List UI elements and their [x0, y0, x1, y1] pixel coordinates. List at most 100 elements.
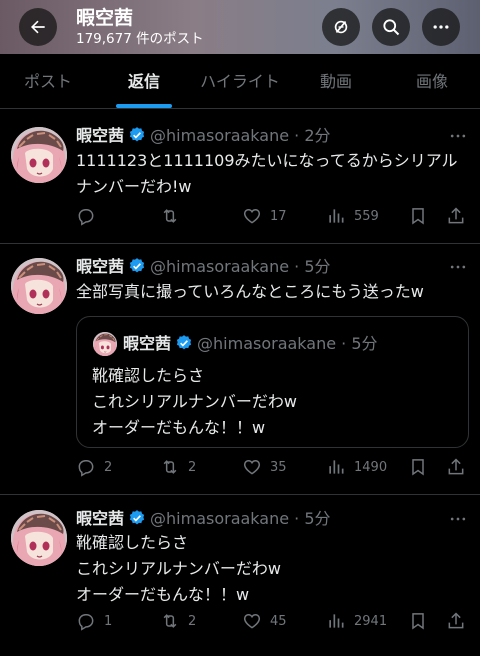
page-title: 暇空茜	[76, 7, 134, 29]
reply-count: 2	[104, 459, 113, 475]
verified-badge-icon	[129, 126, 145, 143]
tab-videos[interactable]: 動画	[288, 54, 384, 108]
share-button[interactable]	[446, 610, 466, 632]
views-button[interactable]: 2941	[326, 610, 387, 632]
repost-count: 2	[188, 613, 197, 629]
post-text-line: ナンバーだわ!w	[76, 177, 192, 196]
post-actions: 2 2 35 1490	[76, 456, 470, 480]
handle-and-time: @himasoraakane · 5分	[150, 257, 331, 276]
post-text-line: オーダーだもんな！！w	[76, 585, 250, 604]
like-count: 45	[270, 613, 287, 629]
more-horizontal-icon	[433, 25, 449, 29]
post-header: 暇空茜 @himasoraakane · 2分	[76, 126, 331, 146]
quoted-post-text: 靴確認したらさ これシリアルナンバーだわw オーダーだもんな！！w	[92, 363, 297, 441]
display-name[interactable]: 暇空茜	[76, 257, 124, 276]
like-count: 35	[270, 459, 287, 475]
heart-icon	[243, 459, 261, 475]
reply-icon	[78, 614, 94, 631]
share-button[interactable]	[446, 456, 466, 478]
tab-posts[interactable]: ポスト	[0, 54, 96, 108]
post-actions: 17 559	[76, 205, 470, 229]
repost-button[interactable]: 2	[160, 610, 196, 632]
like-button[interactable]: 45	[242, 610, 287, 632]
handle-and-time: @himasoraakane · 5分	[150, 509, 331, 528]
reply-icon	[78, 209, 94, 226]
handle-and-time: @himasoraakane · 2分	[150, 126, 331, 145]
reply-icon	[78, 460, 94, 477]
quoted-text-line: これシリアルナンバーだわw	[92, 392, 297, 411]
post-text-line: 1111123と1111109みたいになってるからシリアル	[76, 151, 458, 170]
views-count: 1490	[354, 459, 388, 475]
tab-replies[interactable]: 返信	[96, 54, 192, 108]
like-button[interactable]: 35	[242, 456, 287, 478]
search-button[interactable]	[372, 8, 410, 46]
post-2[interactable]: 暇空茜 @himasoraakane · 5分 全部写真に撮っていろんなところにも…	[0, 244, 480, 495]
views-button[interactable]: 1490	[326, 456, 387, 478]
verified-badge-icon	[176, 334, 192, 351]
post-text: 靴確認したらさ これシリアルナンバーだわw オーダーだもんな！！w	[76, 530, 470, 608]
views-chart-icon	[329, 209, 344, 223]
quoted-avatar	[93, 332, 117, 356]
avatar[interactable]	[11, 127, 67, 183]
verified-badge-icon	[129, 509, 145, 526]
heart-icon	[243, 613, 261, 629]
repost-icon	[163, 460, 177, 474]
post-text: 全部写真に撮っていろんなところにもう送ったw	[76, 282, 424, 301]
share-button[interactable]	[446, 205, 466, 227]
bookmark-icon	[412, 208, 424, 225]
bookmark-button[interactable]	[408, 456, 428, 478]
repost-button[interactable]: 2	[160, 456, 196, 478]
repost-button[interactable]	[160, 205, 188, 227]
back-button[interactable]	[19, 8, 57, 46]
like-count: 17	[270, 208, 287, 224]
heart-icon	[243, 208, 261, 224]
display-name[interactable]: 暇空茜	[76, 509, 124, 528]
views-count: 2941	[354, 613, 388, 629]
display-name[interactable]: 暇空茜	[76, 126, 124, 145]
no-translate-icon	[334, 20, 348, 34]
avatar[interactable]	[11, 510, 67, 566]
repost-icon	[163, 209, 177, 223]
post-count: 179,677 件のポスト	[76, 31, 204, 47]
reply-button[interactable]	[76, 205, 104, 227]
post-1[interactable]: 暇空茜 @himasoraakane · 2分 1111123と1111109みた…	[0, 109, 480, 244]
profile-header: 暇空茜 179,677 件のポスト	[0, 0, 480, 54]
quoted-text-line: 靴確認したらさ	[92, 366, 205, 385]
profile-tabs: ポスト 返信 ハイライト 動画 画像	[0, 54, 480, 109]
repost-icon	[163, 614, 177, 628]
quoted-handle-and-time: @himasoraakane · 5分	[197, 334, 378, 353]
reply-count: 1	[104, 613, 113, 629]
quoted-post-header: 暇空茜 @himasoraakane · 5分	[123, 334, 378, 354]
tab-highlights[interactable]: ハイライト	[192, 54, 288, 108]
bookmark-button[interactable]	[408, 205, 428, 227]
views-button[interactable]: 559	[326, 205, 379, 227]
share-icon	[448, 458, 464, 475]
post-header: 暇空茜 @himasoraakane · 5分	[76, 257, 331, 277]
more-options-icon[interactable]	[448, 126, 468, 146]
views-count: 559	[354, 208, 379, 224]
quoted-display-name: 暇空茜	[123, 334, 172, 353]
translate-button[interactable]	[322, 8, 360, 46]
share-icon	[448, 612, 464, 629]
more-options-button[interactable]	[422, 8, 460, 46]
views-chart-icon	[329, 460, 344, 474]
avatar[interactable]	[11, 258, 67, 314]
post-3[interactable]: 暇空茜 @himasoraakane · 5分 靴確認したらさ これシリアルナンバ…	[0, 495, 480, 656]
post-text-line: 靴確認したらさ	[76, 533, 189, 552]
post-text-line: これシリアルナンバーだわw	[76, 559, 281, 578]
share-icon	[448, 207, 464, 224]
quoted-post[interactable]: 暇空茜 @himasoraakane · 5分 靴確認したらさ これシリアルナンバ…	[76, 316, 469, 448]
reply-button[interactable]: 1	[76, 610, 112, 632]
bookmark-icon	[412, 459, 424, 476]
bookmark-button[interactable]	[408, 610, 428, 632]
arrow-left-icon	[31, 20, 45, 34]
search-icon	[383, 19, 400, 36]
more-options-icon[interactable]	[448, 509, 468, 529]
like-button[interactable]: 17	[242, 205, 287, 227]
verified-badge-icon	[129, 257, 145, 274]
reply-button[interactable]: 2	[76, 456, 112, 478]
more-options-icon[interactable]	[448, 257, 468, 277]
tab-images[interactable]: 画像	[384, 54, 480, 108]
quoted-text-line: オーダーだもんな！！w	[92, 418, 266, 437]
post-actions: 1 2 45 2941	[76, 610, 470, 634]
